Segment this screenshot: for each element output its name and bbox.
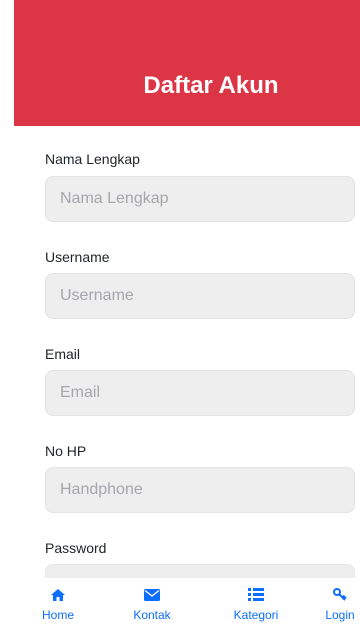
username-label: Username: [45, 249, 110, 265]
nama-lengkap-input[interactable]: [45, 176, 355, 222]
envelope-icon: [144, 588, 160, 606]
email-label: Email: [45, 346, 81, 362]
nav-item-kontak[interactable]: Kontak: [124, 578, 180, 626]
nav-label-home: Home: [41, 608, 74, 622]
password-label: Password: [45, 540, 107, 556]
nama-lengkap-label: Nama Lengkap: [45, 151, 140, 167]
list-icon: [248, 588, 264, 606]
nav-label-kontak: Kontak: [133, 608, 171, 622]
page-title: Daftar Akun: [143, 72, 279, 99]
email-input[interactable]: [45, 370, 355, 416]
nav-item-login[interactable]: Login: [320, 578, 360, 626]
username-input[interactable]: [45, 273, 355, 319]
key-icon: [333, 588, 347, 606]
no-hp-label: No HP: [45, 443, 87, 459]
nav-item-kategori[interactable]: Kategori: [223, 578, 289, 626]
nav-label-login: Login: [325, 608, 355, 622]
no-hp-input[interactable]: [45, 467, 355, 513]
bottom-nav: Home Kontak Kategori Login: [0, 578, 360, 626]
home-icon: [51, 588, 65, 606]
nav-label-kategori: Kategori: [233, 608, 279, 622]
nav-item-home[interactable]: Home: [35, 578, 81, 626]
page-header: Daftar Akun: [14, 0, 360, 126]
